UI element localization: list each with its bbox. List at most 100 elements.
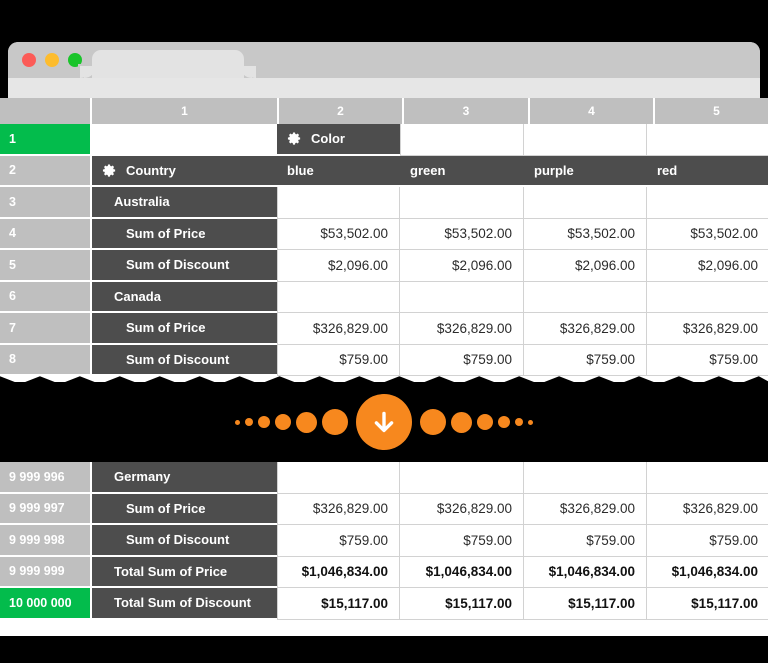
column-value-header-cell[interactable]: red xyxy=(647,155,768,185)
empty-cell[interactable] xyxy=(400,187,524,219)
spreadsheet-bottom-section: 9 999 996 Germany 9 999 997 Sum of Price $32… xyxy=(0,462,768,636)
field-header-cell[interactable]: Color xyxy=(277,124,400,154)
data-cell[interactable]: $53,502.00 xyxy=(647,218,768,250)
row-label-cell[interactable]: Germany xyxy=(92,462,277,492)
row-number-cell[interactable]: 2 xyxy=(0,155,90,185)
colhead-3[interactable]: 3 xyxy=(404,98,528,124)
column-value-header-cell[interactable]: purple xyxy=(524,155,647,185)
colhead-2[interactable]: 2 xyxy=(279,98,402,124)
row-label-cell[interactable]: Sum of Price xyxy=(92,313,277,343)
colhead-corner[interactable] xyxy=(0,98,90,124)
data-cell[interactable]: $326,829.00 xyxy=(524,313,647,345)
gear-icon[interactable] xyxy=(287,131,302,146)
browser-toolbar xyxy=(8,78,760,98)
empty-cell[interactable] xyxy=(647,462,768,494)
row-label-text: Sum of Discount xyxy=(126,532,230,548)
data-cell[interactable]: $326,829.00 xyxy=(524,493,647,525)
data-cell[interactable]: $759.00 xyxy=(277,344,400,376)
colhead-5[interactable]: 5 xyxy=(655,98,768,124)
data-cell[interactable]: $53,502.00 xyxy=(400,218,524,250)
data-cell[interactable]: $759.00 xyxy=(524,344,647,376)
data-cell[interactable]: $759.00 xyxy=(647,525,768,557)
data-cell[interactable]: $1,046,834.00 xyxy=(400,556,524,588)
column-value-header-cell[interactable]: blue xyxy=(277,155,400,185)
column-header-row: 1 2 3 4 5 xyxy=(0,98,768,124)
data-cell[interactable]: $2,096.00 xyxy=(647,250,768,282)
data-cell[interactable]: $15,117.00 xyxy=(524,588,647,620)
indicator-pip xyxy=(420,409,446,435)
row-number-cell[interactable]: 9 999 998 xyxy=(0,525,90,555)
data-cell[interactable]: $326,829.00 xyxy=(277,313,400,345)
row-number-cell[interactable]: 3 xyxy=(0,187,90,217)
empty-cell[interactable] xyxy=(647,187,768,219)
row-label-cell[interactable]: Country xyxy=(92,155,277,185)
row-label-cell[interactable]: Sum of Discount xyxy=(92,525,277,555)
empty-cell[interactable] xyxy=(277,187,400,219)
empty-cell[interactable] xyxy=(524,462,647,494)
row-label-cell[interactable]: Total Sum of Price xyxy=(92,556,277,586)
data-cell[interactable]: $759.00 xyxy=(277,525,400,557)
data-cell[interactable]: $53,502.00 xyxy=(277,218,400,250)
table-row: 9 999 996 Germany xyxy=(0,462,768,494)
scroll-down-indicator[interactable] xyxy=(0,382,768,462)
data-cell[interactable]: $759.00 xyxy=(400,525,524,557)
empty-cell[interactable] xyxy=(277,462,400,494)
empty-cell[interactable] xyxy=(647,124,768,156)
colhead-1[interactable]: 1 xyxy=(92,98,277,124)
empty-corner-cell[interactable] xyxy=(92,124,277,154)
data-cell[interactable]: $326,829.00 xyxy=(647,313,768,345)
data-cell[interactable]: $15,117.00 xyxy=(400,588,524,620)
colhead-4[interactable]: 4 xyxy=(530,98,653,124)
empty-cell[interactable] xyxy=(400,124,524,156)
data-cell[interactable]: $1,046,834.00 xyxy=(277,556,400,588)
spreadsheet-bottom-rows: 9 999 996 Germany 9 999 997 Sum of Price $32… xyxy=(0,462,768,620)
data-cell[interactable]: $326,829.00 xyxy=(647,493,768,525)
data-cell[interactable]: $1,046,834.00 xyxy=(647,556,768,588)
row-number-cell[interactable]: 7 xyxy=(0,313,90,343)
row-label-cell[interactable]: Sum of Discount xyxy=(92,250,277,280)
row-number-cell[interactable]: 6 xyxy=(0,281,90,311)
data-cell[interactable]: $15,117.00 xyxy=(277,588,400,620)
row-number-cell[interactable]: 10 000 000 xyxy=(0,588,90,618)
data-cell[interactable]: $759.00 xyxy=(524,525,647,557)
row-label-cell[interactable]: Sum of Price xyxy=(92,218,277,248)
data-cell[interactable]: $2,096.00 xyxy=(400,250,524,282)
row-label-cell[interactable]: Sum of Price xyxy=(92,493,277,523)
empty-cell[interactable] xyxy=(277,281,400,313)
gear-icon[interactable] xyxy=(102,163,117,178)
data-cell[interactable]: $2,096.00 xyxy=(524,250,647,282)
empty-cell[interactable] xyxy=(524,281,647,313)
data-cell[interactable]: $759.00 xyxy=(400,344,524,376)
row-number-cell[interactable]: 9 999 997 xyxy=(0,493,90,523)
column-value-header-cell[interactable]: green xyxy=(400,155,524,185)
data-cell[interactable]: $53,502.00 xyxy=(524,218,647,250)
empty-cell[interactable] xyxy=(400,462,524,494)
row-number-cell[interactable]: 1 xyxy=(0,124,90,154)
minimize-window-button[interactable] xyxy=(45,53,59,67)
data-cell[interactable]: $326,829.00 xyxy=(400,313,524,345)
data-cell[interactable]: $1,046,834.00 xyxy=(524,556,647,588)
browser-tab[interactable] xyxy=(80,50,256,78)
row-label-cell[interactable]: Sum of Discount xyxy=(92,344,277,374)
close-window-button[interactable] xyxy=(22,53,36,67)
empty-cell[interactable] xyxy=(400,281,524,313)
arrow-down-icon[interactable] xyxy=(356,394,412,450)
data-cell[interactable]: $326,829.00 xyxy=(277,493,400,525)
data-cell[interactable]: $2,096.00 xyxy=(277,250,400,282)
empty-cell[interactable] xyxy=(524,187,647,219)
empty-cell[interactable] xyxy=(524,124,647,156)
empty-cell[interactable] xyxy=(647,281,768,313)
spreadsheet-top-rows: 1 Color 2 Country blue green purple red 3 Austral… xyxy=(0,124,768,376)
row-number-cell[interactable]: 9 999 996 xyxy=(0,462,90,492)
row-label-text: Canada xyxy=(114,288,161,304)
data-cell[interactable]: $15,117.00 xyxy=(647,588,768,620)
row-number-cell[interactable]: 5 xyxy=(0,250,90,280)
data-cell[interactable]: $759.00 xyxy=(647,344,768,376)
row-number-cell[interactable]: 9 999 999 xyxy=(0,556,90,586)
row-label-cell[interactable]: Canada xyxy=(92,281,277,311)
data-cell[interactable]: $326,829.00 xyxy=(400,493,524,525)
row-label-cell[interactable]: Total Sum of Discount xyxy=(92,588,277,618)
row-number-cell[interactable]: 8 xyxy=(0,344,90,374)
row-number-cell[interactable]: 4 xyxy=(0,218,90,248)
row-label-cell[interactable]: Australia xyxy=(92,187,277,217)
